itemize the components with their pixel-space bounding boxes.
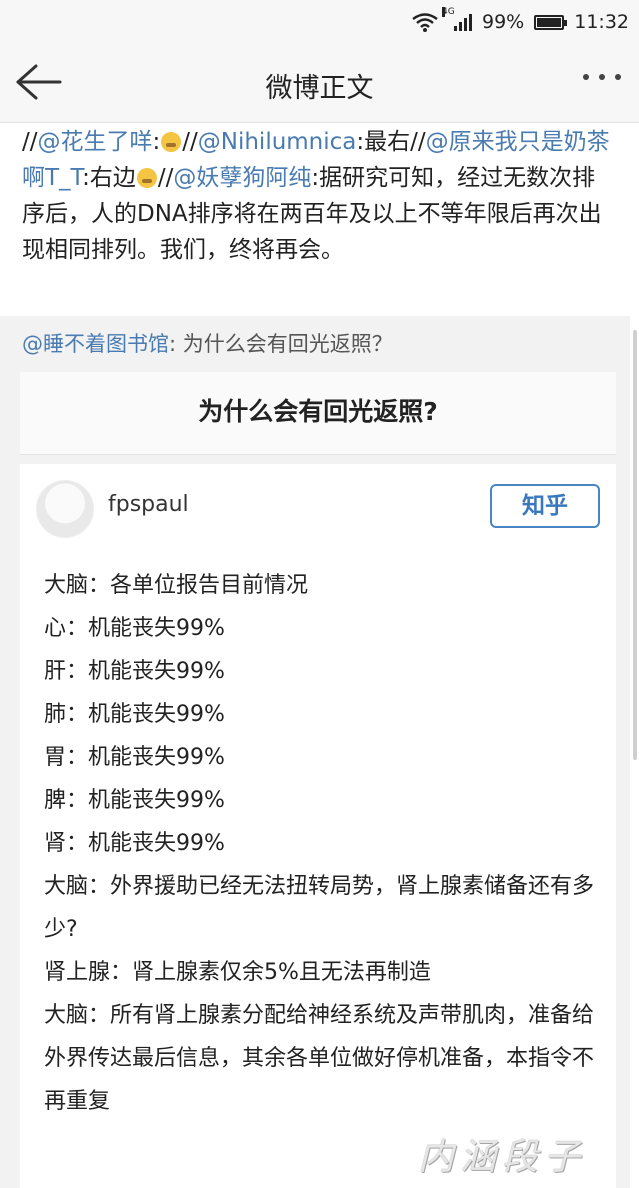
more-dot-icon: [583, 74, 589, 80]
post-text-segment: :右边: [82, 165, 136, 191]
answer-line: 肾：机能丧失99%: [44, 831, 225, 856]
post-text-segment: :: [152, 129, 161, 155]
answer-line: 心：机能丧失99%: [44, 616, 225, 641]
page-title: 微博正文: [265, 73, 374, 104]
answer-line: 大脑：各单位报告目前情况: [44, 573, 309, 598]
battery-icon: [534, 14, 568, 30]
battery-fill: [537, 17, 561, 27]
retweet-source-text: : 为什么会有回光返照？: [169, 332, 393, 356]
battery-percent: 99%: [482, 11, 525, 33]
avatar[interactable]: [36, 480, 94, 538]
post-text-segment: :最右//: [356, 129, 426, 155]
answer-line: 胃：机能丧失99%: [44, 745, 225, 770]
answer-body: 大脑：各单位报告目前情况 心：机能丧失99% 肝：机能丧失99% 肺：机能丧失9…: [44, 564, 600, 1123]
cellular-signal-icon: 4G: [442, 7, 472, 31]
crying-emoji-icon: [136, 168, 157, 188]
answer-line: 肝：机能丧失99%: [44, 659, 225, 684]
network-type: 4G: [442, 7, 455, 17]
crying-emoji-icon: [161, 132, 182, 152]
answer-line: 大脑：所有肾上腺素分配给神经系统及声带肌肉，准备给外界传达最后信息，其余各单位做…: [44, 1003, 595, 1114]
retweet-block[interactable]: @睡不着图书馆: 为什么会有回光返照？ 为什么会有回光返照? fpspaul 知…: [0, 316, 630, 1188]
more-options-button[interactable]: [583, 74, 621, 80]
more-dot-icon: [615, 74, 621, 80]
answer-line: 肾上腺：肾上腺素仅余5%且无法再制造: [44, 960, 431, 985]
question-title: 为什么会有回光返照?: [198, 397, 438, 426]
post-text: //@花生了咩://@Nihilumnica:最右//@原来我只是奶茶啊T_T:…: [22, 124, 617, 268]
user-mention-link[interactable]: @花生了咩: [38, 129, 153, 155]
question-card[interactable]: 为什么会有回光返照?: [20, 372, 616, 455]
answer-line: 脾：机能丧失99%: [44, 788, 225, 813]
scrollbar[interactable]: [633, 330, 637, 760]
answer-line: 大脑：外界援助已经无法扭转局势，肾上腺素储备还有多少?: [44, 874, 595, 942]
nav-bar: 微博正文: [0, 44, 639, 123]
status-bar: 4G 99% 11:32: [0, 0, 639, 44]
wifi-icon: [412, 12, 438, 32]
author-name[interactable]: fpspaul: [108, 492, 189, 517]
watermark-logo: 内涵段子: [417, 1137, 586, 1178]
post-text-segment: //: [182, 129, 198, 155]
user-mention-link[interactable]: @Nihilumnica: [198, 129, 357, 155]
post-text-segment: //: [157, 165, 174, 191]
clock-time: 11:32: [574, 11, 629, 33]
more-dot-icon: [599, 74, 605, 80]
answer-line: 肺：机能丧失99%: [44, 702, 225, 727]
zhihu-button[interactable]: 知乎: [490, 484, 600, 528]
retweet-source-user[interactable]: @睡不着图书馆: [22, 332, 169, 356]
post-text-segment: //: [22, 129, 38, 155]
user-mention-link[interactable]: @妖孽狗阿纯: [173, 165, 311, 191]
retweet-source: @睡不着图书馆: 为什么会有回光返照？: [22, 328, 393, 358]
answer-card: fpspaul 知乎 大脑：各单位报告目前情况 心：机能丧失99% 肝：机能丧失…: [20, 464, 616, 1188]
wifi-icon-svg: [412, 13, 438, 32]
